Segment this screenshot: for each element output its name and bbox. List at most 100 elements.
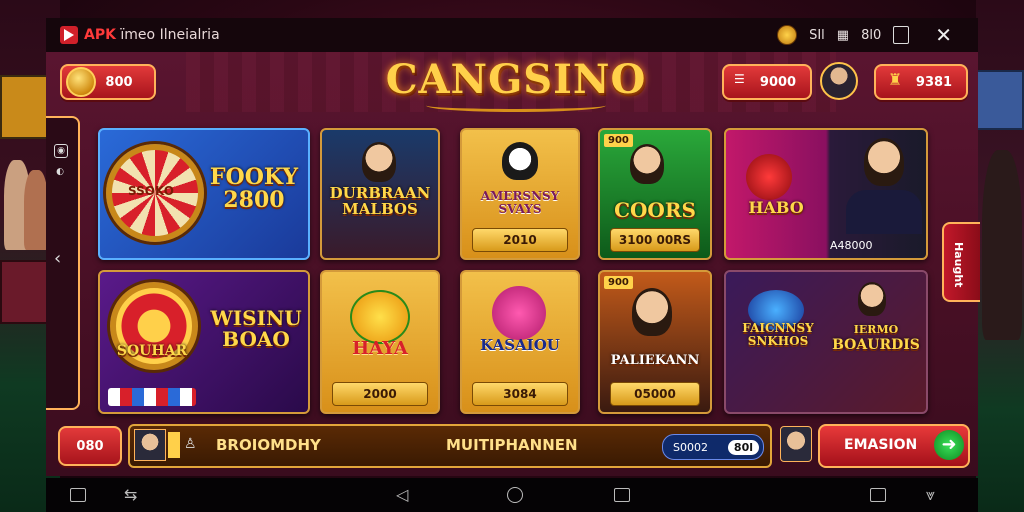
game-value: 05000: [610, 382, 700, 406]
ticker-badge: [168, 432, 180, 458]
side-tab-right[interactable]: Haught: [942, 222, 980, 302]
game-title: FOOKY 2800: [209, 164, 299, 214]
coin-balance-value: 800: [105, 74, 133, 90]
game-tag: 900: [604, 276, 633, 289]
game-title: FAICNNSY SNKHOS: [742, 321, 814, 348]
dealer-suit: [846, 190, 922, 234]
game-title: DURBRAAN MALBOS: [329, 184, 431, 218]
game-card[interactable]: FAICNNSY SNKHOS IERMO BOAURDIS: [724, 270, 928, 414]
game-value: 2000: [332, 382, 428, 406]
ticker-text-1: BROIOMDHY: [216, 436, 321, 454]
game-card[interactable]: HAYA 2000: [320, 270, 440, 414]
dealer-avatar[interactable]: [780, 426, 812, 462]
game-title: KASAIOU: [480, 336, 560, 354]
character-face: [858, 282, 886, 316]
bet-balance[interactable]: S0002 80l: [662, 434, 764, 460]
game-card[interactable]: 900 PALIEKANN 05000: [598, 270, 712, 414]
home-icon[interactable]: [507, 487, 523, 503]
recents-icon[interactable]: [614, 488, 630, 502]
game-card[interactable]: AMERSNSY SVAYS 2010: [460, 128, 580, 260]
slot-machine-decoration: [0, 75, 48, 139]
close-icon[interactable]: ✕: [935, 23, 952, 47]
character-face: [630, 144, 664, 184]
game-value: A48000: [830, 239, 873, 252]
news-ticker: ♙ BROIOMDHY MUITIPHANNEN S0002 80l: [128, 424, 772, 468]
app-logo-icon: [60, 26, 78, 44]
coin-balance-button[interactable]: 800: [60, 64, 156, 100]
menu-item-icon[interactable]: ◉: [54, 144, 68, 158]
battery-stat: 8l0: [861, 27, 882, 43]
menu-lines-icon: ☰: [734, 72, 745, 86]
arrow-right-icon: ➜: [934, 430, 964, 460]
game-card[interactable]: HABO A48000: [724, 128, 928, 260]
casino-backdrop-right: [976, 0, 1024, 512]
crowd-figure: [24, 170, 48, 250]
chevron-left-icon[interactable]: ‹: [54, 248, 61, 269]
wall-screen-decoration: [976, 70, 1024, 130]
window-icon[interactable]: [893, 26, 910, 44]
cards-strip-decoration: [108, 388, 196, 406]
play-action-button[interactable]: EMASION ➜: [818, 424, 970, 468]
game-value: 3100 00RS: [610, 228, 700, 252]
game-title: PALIEKANN: [610, 353, 700, 368]
app-title: APK ïmeo Ilneialria: [84, 27, 220, 43]
menu-item-icon[interactable]: ◐: [54, 166, 66, 178]
side-tab-label: Haught: [952, 242, 965, 288]
trophy-icon: ♜: [888, 70, 903, 89]
app-titlebar: APK ïmeo Ilneialria SIl ▦ 8l0 ✕: [46, 18, 978, 53]
balance-chip: 80l: [727, 439, 759, 455]
person-icon: ♙: [184, 436, 197, 452]
window-icon[interactable]: [870, 488, 886, 502]
player-avatar: [134, 429, 166, 461]
bottom-bar: 080 ♙ BROIOMDHY MUITIPHANNEN S0002 80l E…: [46, 418, 978, 474]
mascot-face: [502, 142, 538, 180]
game-card[interactable]: SOUHAR WISINU BOAO: [98, 270, 310, 414]
bottom-left-button[interactable]: 080: [58, 426, 122, 466]
screenshot-icon[interactable]: [70, 488, 86, 502]
collapse-icon[interactable]: ⩔: [926, 485, 935, 505]
character-face: [362, 142, 396, 182]
game-card[interactable]: KASAIOU 3084: [460, 270, 580, 414]
game-title: AMERSNSY SVAYS: [480, 189, 560, 216]
coin-icon[interactable]: [777, 25, 798, 45]
back-icon[interactable]: ◁: [396, 485, 408, 504]
system-nav-bar: ⇆ ◁ ⩔: [46, 478, 978, 512]
gem-balance-button[interactable]: ♜ 9381: [874, 64, 968, 100]
game-title: COORS: [614, 198, 696, 222]
wheel-label: SSOKO: [128, 184, 174, 198]
dealer-face: [864, 138, 904, 186]
slot-machine-decoration: [0, 260, 50, 324]
app-title-text: ïmeo Ilneialria: [120, 27, 220, 43]
game-tag: 900: [604, 134, 633, 147]
game-card[interactable]: SSOKO FOOKY 2800: [98, 128, 310, 260]
game-value: 2010: [472, 228, 568, 252]
game-card[interactable]: 900 COORS 3100 00RS: [598, 128, 712, 260]
game-card[interactable]: DURBRAAN MALBOS: [320, 128, 440, 260]
lobby-panel: 800 CANGSINO ☰ 9000 ♜ 9381 SSOKO FOOKY 2…: [46, 52, 978, 476]
logo-text: CANGSINO: [385, 56, 647, 103]
back-swipe-icon[interactable]: ⇆: [124, 485, 137, 504]
ticker-text-2: MUITIPHANNEN: [446, 436, 578, 454]
app-title-accent: APK: [84, 27, 116, 43]
signal-stat: SIl: [809, 27, 825, 43]
chip-balance-value: 9000: [759, 74, 797, 90]
fruit-icon: [350, 290, 410, 344]
game-subtitle: IERMO: [853, 323, 899, 336]
bottom-left-value: 080: [76, 438, 104, 454]
mascot-badge-icon: [492, 286, 546, 340]
fruit-icon: [746, 154, 792, 200]
game-subtitle: SOUHAR: [116, 343, 188, 359]
crowd-figure: [982, 150, 1022, 340]
character-face: [632, 288, 672, 336]
casino-logo: CANGSINO: [376, 56, 656, 120]
game-value: 3084: [472, 382, 568, 406]
side-menu[interactable]: ◉ ◐ ‹: [46, 116, 80, 410]
game-title: HABO: [748, 198, 804, 217]
balance-amount: S0002: [673, 440, 708, 454]
coin-icon: [66, 67, 96, 97]
profile-avatar[interactable]: [820, 62, 858, 100]
chip-balance-button[interactable]: ☰ 9000: [722, 64, 812, 100]
grid-icon: ▦: [836, 27, 850, 43]
play-action-label: EMASION: [844, 437, 918, 453]
gem-balance-value: 9381: [915, 74, 953, 90]
